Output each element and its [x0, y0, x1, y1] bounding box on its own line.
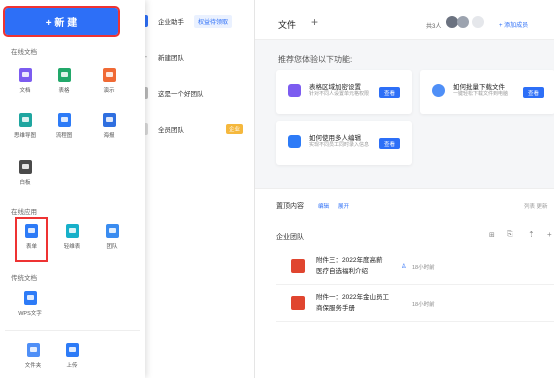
view-button[interactable]: 查看 [379, 87, 400, 98]
tab-files[interactable]: 文件 [278, 18, 296, 31]
section-legacy-docs: 传统文档 [11, 275, 37, 282]
team-title: 企业团队 [276, 234, 304, 241]
add-icon[interactable]: + [547, 230, 552, 239]
grid-view-icon[interactable]: ⊞ [489, 231, 495, 239]
cloud-download-icon [432, 84, 445, 97]
shield-icon [288, 84, 301, 97]
new-sheet-label: 表格 [58, 88, 70, 94]
lightsheet-icon [65, 224, 79, 238]
member-count: 共3人 [426, 24, 442, 30]
new-menu-panel: + 新 建 在线文档 文档 表格 演示 思维导图 流程图 海报 白板 在线应用 … [0, 0, 145, 378]
feature-desc: 一键轻松下载文件到电脑 [453, 91, 509, 97]
feature-desc: 针对不同人设置单元格权限 [309, 91, 370, 97]
upload[interactable]: 上传 [56, 343, 88, 369]
new-form-label: 表单 [25, 244, 37, 250]
file-name: 附件一：2022年金山员工 商保服务手册 [316, 292, 389, 314]
section-online-docs: 在线文档 [11, 49, 37, 56]
upload-icon [65, 343, 79, 357]
doc-icon [18, 68, 32, 82]
new-poster[interactable]: 海报 [93, 113, 125, 139]
new-mindmap-label: 思维导图 [13, 133, 36, 139]
add-tab-button[interactable]: + [311, 15, 318, 29]
new-doc-label: 文档 [19, 88, 31, 94]
new-folder-label: 文件夹 [24, 363, 42, 369]
sheet-icon [57, 68, 71, 82]
view-button[interactable]: 查看 [379, 138, 400, 149]
new-team[interactable]: 团队 [96, 224, 128, 250]
new-mindmap[interactable]: 思维导图 [9, 113, 41, 139]
presentation-icon [102, 68, 116, 82]
flowchart-icon [57, 113, 71, 127]
new-form[interactable]: 表单 [15, 217, 48, 262]
pdf-icon [291, 259, 305, 273]
pinned-title: 置顶内容 [276, 203, 304, 210]
new-flowchart-label: 流程图 [55, 133, 73, 139]
upload-icon[interactable]: ⇡ [528, 230, 535, 239]
member-avatar[interactable] [457, 16, 469, 28]
recommend-title: 推荐您体验以下功能: [278, 55, 353, 64]
new-lightsheet[interactable]: 轻维表 [56, 224, 88, 250]
pinned-edit-link[interactable]: 编辑 [318, 202, 329, 210]
new-whiteboard-label: 白板 [19, 180, 31, 186]
view-button[interactable]: 查看 [523, 87, 544, 98]
file-name-line: 附件一：2022年金山员工 [316, 294, 389, 301]
collab-edit-icon [288, 135, 301, 148]
share-users-icon: ♙ [401, 264, 407, 270]
file-name-line: 医疗自选福利介绍 [316, 268, 368, 276]
new-sheet[interactable]: 表格 [48, 68, 80, 94]
mindmap-icon [18, 113, 32, 127]
pinned-expand-link[interactable]: 展开 [338, 202, 349, 210]
new-presentation[interactable]: 演示 [93, 68, 125, 94]
list-item-label: 新建团队 [158, 55, 184, 62]
new-flowchart[interactable]: 流程图 [48, 113, 80, 139]
rights-badge: 权益待领取 [194, 14, 233, 28]
feature-title: 表格区域加密设置 [309, 84, 361, 91]
pinned-sort[interactable]: 列表 更新 [524, 202, 548, 210]
pdf-icon [291, 296, 305, 310]
feature-title: 如何批量下载文件 [453, 84, 505, 91]
file-name-line: 商保服务手册 [316, 305, 355, 313]
add-member-button[interactable]: + 添加成员 [499, 20, 528, 29]
new-whiteboard[interactable]: 白板 [9, 160, 41, 186]
new-poster-label: 海报 [103, 133, 115, 139]
list-item-label: 企业助手 [158, 19, 184, 26]
file-name: 附件三：2022年度高薪 医疗自选福利介绍 [316, 255, 382, 277]
main-panel: 文件 + 共3人 + 添加成员 推荐您体验以下功能: 表格区域加密设置 针对不同… [254, 0, 554, 378]
wps-icon [23, 291, 37, 305]
divider [5, 330, 140, 331]
folder-icon [26, 343, 40, 357]
new-file-icon[interactable]: ⎘ [507, 231, 513, 239]
member-avatar[interactable] [472, 16, 484, 28]
feature-card-download[interactable]: 如何批量下载文件 一键轻松下载文件到电脑 查看 [420, 70, 554, 114]
new-wps-doc[interactable]: WPS文字 [9, 291, 51, 317]
form-icon [25, 224, 38, 238]
file-row[interactable]: 附件一：2022年金山员工 商保服务手册 18小时前 [276, 286, 554, 322]
new-presentation-label: 演示 [103, 88, 115, 94]
section-online-apps: 在线应用 [11, 209, 37, 216]
feature-card-collab[interactable]: 如何使用多人编辑 实现不同员工同时录入信息 查看 [276, 121, 412, 165]
list-item-label: 全员团队 [158, 127, 184, 134]
poster-icon [102, 113, 116, 127]
new-lightsheet-label: 轻维表 [63, 244, 81, 250]
new-doc[interactable]: 文档 [9, 68, 41, 94]
new-button[interactable]: + 新 建 [3, 6, 120, 37]
file-row[interactable]: 附件三：2022年度高薪 医疗自选福利介绍 ♙ 18小时前 [276, 249, 554, 285]
file-time: 18小时前 [412, 265, 435, 271]
new-folder[interactable]: 文件夹 [17, 343, 49, 369]
feature-title: 如何使用多人编辑 [309, 135, 361, 142]
file-time: 18小时前 [412, 302, 435, 308]
team-icon [105, 224, 119, 238]
new-wps-doc-label: WPS文字 [18, 311, 42, 317]
upload-label: 上传 [66, 363, 78, 369]
file-name-line: 附件三：2022年度高薪 [316, 257, 383, 264]
feature-desc: 实现不同员工同时录入信息 [309, 142, 370, 148]
enterprise-badge: 企业 [226, 124, 244, 134]
new-team-label: 团队 [106, 244, 118, 250]
list-item-label: 这是一个好团队 [158, 91, 204, 98]
whiteboard-icon [18, 160, 32, 174]
feature-card-encrypt[interactable]: 表格区域加密设置 针对不同人设置单元格权限 查看 [276, 70, 412, 114]
